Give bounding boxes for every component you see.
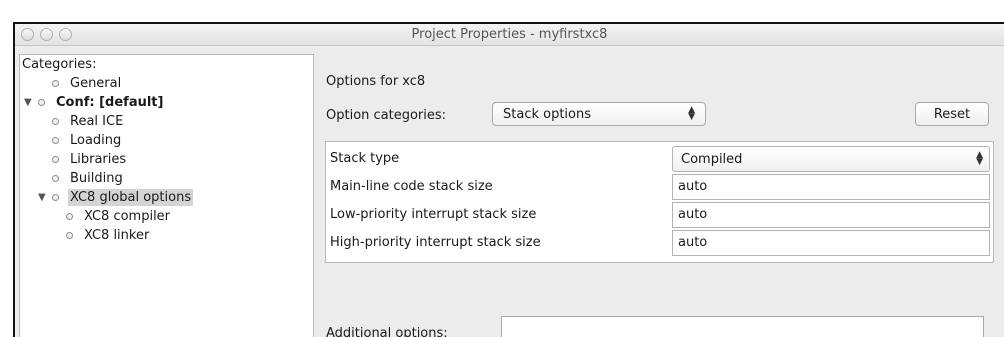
- tree-item-xc8-global-options[interactable]: ▼ XC8 global options: [38, 187, 194, 207]
- project-properties-window: Project Properties - myfirstxc8 Categori…: [13, 22, 1004, 337]
- tree-item-building[interactable]: Building: [52, 168, 125, 188]
- tree-item-xc8-linker[interactable]: XC8 linker: [66, 225, 151, 245]
- expand-arrow-icon[interactable]: ▼: [24, 97, 38, 108]
- tree-item-label: XC8 linker: [84, 227, 150, 243]
- additional-options-label: Additional options:: [326, 326, 448, 337]
- node-icon: [52, 79, 59, 87]
- stack-options-table: Stack type Compiled ▲ ▼ Main-line code st…: [325, 141, 994, 263]
- tree-item-label: General: [70, 75, 122, 91]
- window-title: Project Properties - myfirstxc8: [411, 27, 608, 42]
- main-line-stack-size-field[interactable]: auto: [672, 174, 990, 200]
- property-name: High-priority interrupt stack size: [330, 235, 541, 250]
- tree-item-conf-default[interactable]: ▼ Conf: [default]: [24, 92, 165, 112]
- tree-item-label: Loading: [70, 132, 122, 148]
- tree-item-real-ice[interactable]: Real ICE: [52, 111, 125, 131]
- tree-item-label: XC8 compiler: [84, 208, 171, 224]
- option-categories-value: Stack options: [503, 106, 592, 122]
- table-row: Stack type Compiled ▲ ▼: [326, 145, 993, 173]
- property-name: Main-line code stack size: [330, 179, 493, 194]
- tree-item-label: Real ICE: [70, 113, 124, 129]
- categories-tree: Categories: General ▼ Conf: [default] Re…: [19, 54, 314, 337]
- node-icon: [38, 98, 45, 106]
- property-name: Low-priority interrupt stack size: [330, 207, 537, 222]
- node-icon: [52, 193, 59, 201]
- table-row: Low-priority interrupt stack size auto: [326, 201, 993, 229]
- node-icon: [52, 117, 59, 125]
- property-name: Stack type: [330, 151, 400, 166]
- option-categories-select[interactable]: Stack options ▲ ▼: [492, 102, 706, 126]
- options-panel: Options for xc8 Option categories: Stack…: [323, 54, 994, 337]
- node-icon: [52, 174, 59, 182]
- node-icon: [66, 212, 73, 220]
- tree-item-label: Conf: [default]: [56, 94, 164, 110]
- tree-item-xc8-compiler[interactable]: XC8 compiler: [66, 206, 172, 226]
- table-row: High-priority interrupt stack size auto: [326, 229, 993, 257]
- expand-arrow-icon[interactable]: ▼: [38, 192, 52, 203]
- options-heading: Options for xc8: [326, 74, 426, 89]
- title-bar: Project Properties - myfirstxc8: [15, 24, 1004, 46]
- high-priority-stack-size-field[interactable]: auto: [672, 230, 990, 256]
- tree-item-general[interactable]: General: [38, 73, 123, 93]
- stack-type-value: Compiled: [681, 151, 743, 167]
- node-icon: [52, 136, 59, 144]
- updown-arrows-icon: ▲ ▼: [976, 150, 983, 167]
- table-row: Main-line code stack size auto: [326, 173, 993, 201]
- stack-type-select[interactable]: Compiled ▲ ▼: [672, 146, 990, 172]
- node-icon: [66, 231, 73, 239]
- low-priority-stack-size-field[interactable]: auto: [672, 202, 990, 228]
- updown-arrows-icon: ▲ ▼: [688, 105, 695, 122]
- additional-options-input[interactable]: [501, 316, 984, 337]
- reset-button[interactable]: Reset: [915, 102, 989, 126]
- categories-label: Categories:: [22, 57, 97, 72]
- tree-item-loading[interactable]: Loading: [52, 130, 123, 150]
- tree-item-label: XC8 global options: [68, 188, 194, 206]
- tree-item-label: Libraries: [70, 151, 127, 167]
- node-icon: [52, 155, 59, 163]
- tree-item-libraries[interactable]: Libraries: [52, 149, 128, 169]
- tree-item-label: Building: [70, 170, 123, 186]
- option-categories-label: Option categories:: [326, 108, 447, 123]
